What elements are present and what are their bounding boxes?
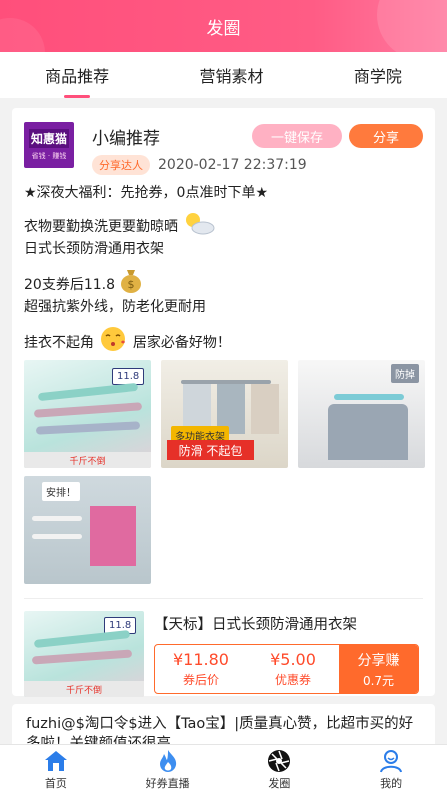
post-image[interactable]: 安排！ [24, 476, 151, 584]
sun-cloud-icon [186, 213, 215, 235]
image-caption: 千斤不倒 [24, 452, 151, 468]
hanger-graphic [32, 516, 82, 521]
hanger-graphic [32, 534, 82, 539]
post-line: 20支券后11.8 [24, 277, 115, 293]
coupon-label: 优惠券 [274, 673, 311, 687]
post-line: 日式长颈防滑通用衣架 [24, 241, 164, 257]
coupon-amount: ¥5.00 优惠券 [247, 645, 339, 693]
page-title: 发圈 [206, 18, 241, 39]
home-icon [44, 750, 67, 771]
price-box: ¥11.80 券后价 ¥5.00 优惠券 分享赚 0.7元 [154, 644, 419, 694]
product-info: 【天标】日式长颈防滑通用衣架 ¥11.80 券后价 ¥5.00 优惠券 分享赚 … [154, 611, 423, 708]
image-caption: 防滑 不起包 [167, 440, 254, 460]
post-text: fuzhi@$淘口令$进入【Tao宝】|质量真心赞，比超市买的好多啦！关键颜值还… [26, 716, 414, 744]
image-label: 安排！ [42, 482, 80, 501]
author-badge: 分享达人 [92, 155, 150, 175]
aperture-icon [268, 749, 291, 772]
nav-circle[interactable]: 发圈 [224, 745, 336, 794]
post-text: ★深夜大福利：先抢券，0点准时下单★ 衣物要勤换洗更要勤晾晒 日式长颈防滑通用衣… [24, 184, 423, 352]
product-title: 【天标】日式长颈防滑通用衣架 [154, 617, 357, 633]
post-card: 知惠猫 省钱 · 赚钱 小编推荐 分享达人 2020-02-17 22:37:1… [12, 108, 435, 697]
one-click-save-button[interactable]: 一键保存 [252, 124, 342, 148]
cloth-graphic [251, 384, 279, 434]
image-grid: 11.8 千斤不倒 多功能衣架 防滑 不起包 防掉 安排！ [24, 360, 425, 584]
share-earn-button[interactable]: 分享赚 0.7元 [339, 645, 418, 693]
hanger-graphic [37, 382, 139, 402]
price-tag: 11.8 [112, 368, 145, 385]
share-earn-label: 分享赚 [357, 652, 400, 669]
post-line: 挂衣不起角 [24, 335, 94, 351]
image-caption: 千斤不倒 [24, 681, 144, 697]
post-line-group: 20支券后11.8 $ [24, 268, 423, 294]
logo-slogan: 省钱 · 赚钱 [31, 152, 67, 160]
logo-text: 知惠猫 [28, 129, 69, 148]
post-line: 衣物要勤换洗更要勤晾晒 [24, 219, 178, 235]
nav-home[interactable]: 首页 [0, 745, 112, 794]
post-line: ★深夜大福利：先抢券，0点准时下单★ [24, 185, 269, 201]
coupon-value: ¥5.00 [270, 650, 316, 669]
post-card-2: fuzhi@$淘口令$进入【Tao宝】|质量真心赞，比超市买的好多啦！关键颜值还… [12, 704, 435, 744]
post-line-group: 衣物要勤换洗更要勤晾晒 [24, 210, 423, 236]
tab-product-recommend[interactable]: 商品推荐 [35, 52, 119, 98]
sweater-graphic [328, 404, 408, 460]
hanger-graphic [35, 421, 141, 435]
cloth-graphic [90, 506, 136, 566]
post-line: 超强抗紫外线，防老化更耐用 [24, 299, 206, 315]
hanger-graphic [334, 394, 404, 400]
post-line-group: 挂衣不起角 居家必备好物！ [24, 326, 423, 352]
nav-label: 好券直播 [145, 776, 190, 790]
money-bag-icon: $ [121, 270, 142, 293]
post-image[interactable]: 11.8 千斤不倒 [24, 360, 151, 468]
post-line: 居家必备好物！ [132, 335, 231, 351]
kiss-face-icon [101, 327, 126, 351]
share-button[interactable]: 分享 [349, 124, 423, 148]
hanger-graphic [33, 630, 131, 648]
avatar: 知惠猫 省钱 · 赚钱 [24, 122, 74, 168]
nav-coupon-live[interactable]: 好券直播 [112, 745, 224, 794]
post-image[interactable]: 多功能衣架 防滑 不起包 [161, 360, 288, 468]
post-time: 2020-02-17 22:37:19 [158, 157, 307, 173]
tab-marketing-materials[interactable]: 营销素材 [189, 52, 273, 98]
bottom-nav: 首页 好券直播 发圈 我的 [0, 744, 447, 794]
product-card[interactable]: 11.8 千斤不倒 【天标】日式长颈防滑通用衣架 ¥11.80 券后价 ¥5.0… [24, 598, 423, 708]
user-icon [380, 749, 403, 772]
post-meta: 分享达人 2020-02-17 22:37:19 [92, 155, 423, 175]
tab-bar: 商品推荐 营销素材 商学院 [0, 52, 447, 98]
price-value: ¥11.80 [173, 650, 229, 669]
nav-label: 发圈 [268, 776, 291, 790]
after-coupon-price: ¥11.80 券后价 [155, 645, 247, 693]
nav-label: 首页 [44, 776, 67, 790]
hanger-graphic [33, 402, 143, 418]
svg-text:$: $ [128, 278, 135, 291]
image-label: 防掉 [391, 364, 419, 383]
top-header: 发圈 [0, 0, 447, 52]
earn-amount: 0.7元 [362, 673, 395, 688]
nav-label: 我的 [380, 776, 403, 790]
nav-mine[interactable]: 我的 [335, 745, 447, 794]
product-image[interactable]: 11.8 千斤不倒 [24, 611, 144, 697]
price-label: 券后价 [182, 673, 219, 687]
flame-icon [159, 749, 176, 772]
hanger-graphic [31, 649, 133, 665]
post-image[interactable]: 防掉 [298, 360, 425, 468]
feed-list[interactable]: 知惠猫 省钱 · 赚钱 小编推荐 分享达人 2020-02-17 22:37:1… [12, 108, 435, 744]
tab-business-school[interactable]: 商学院 [344, 52, 412, 98]
